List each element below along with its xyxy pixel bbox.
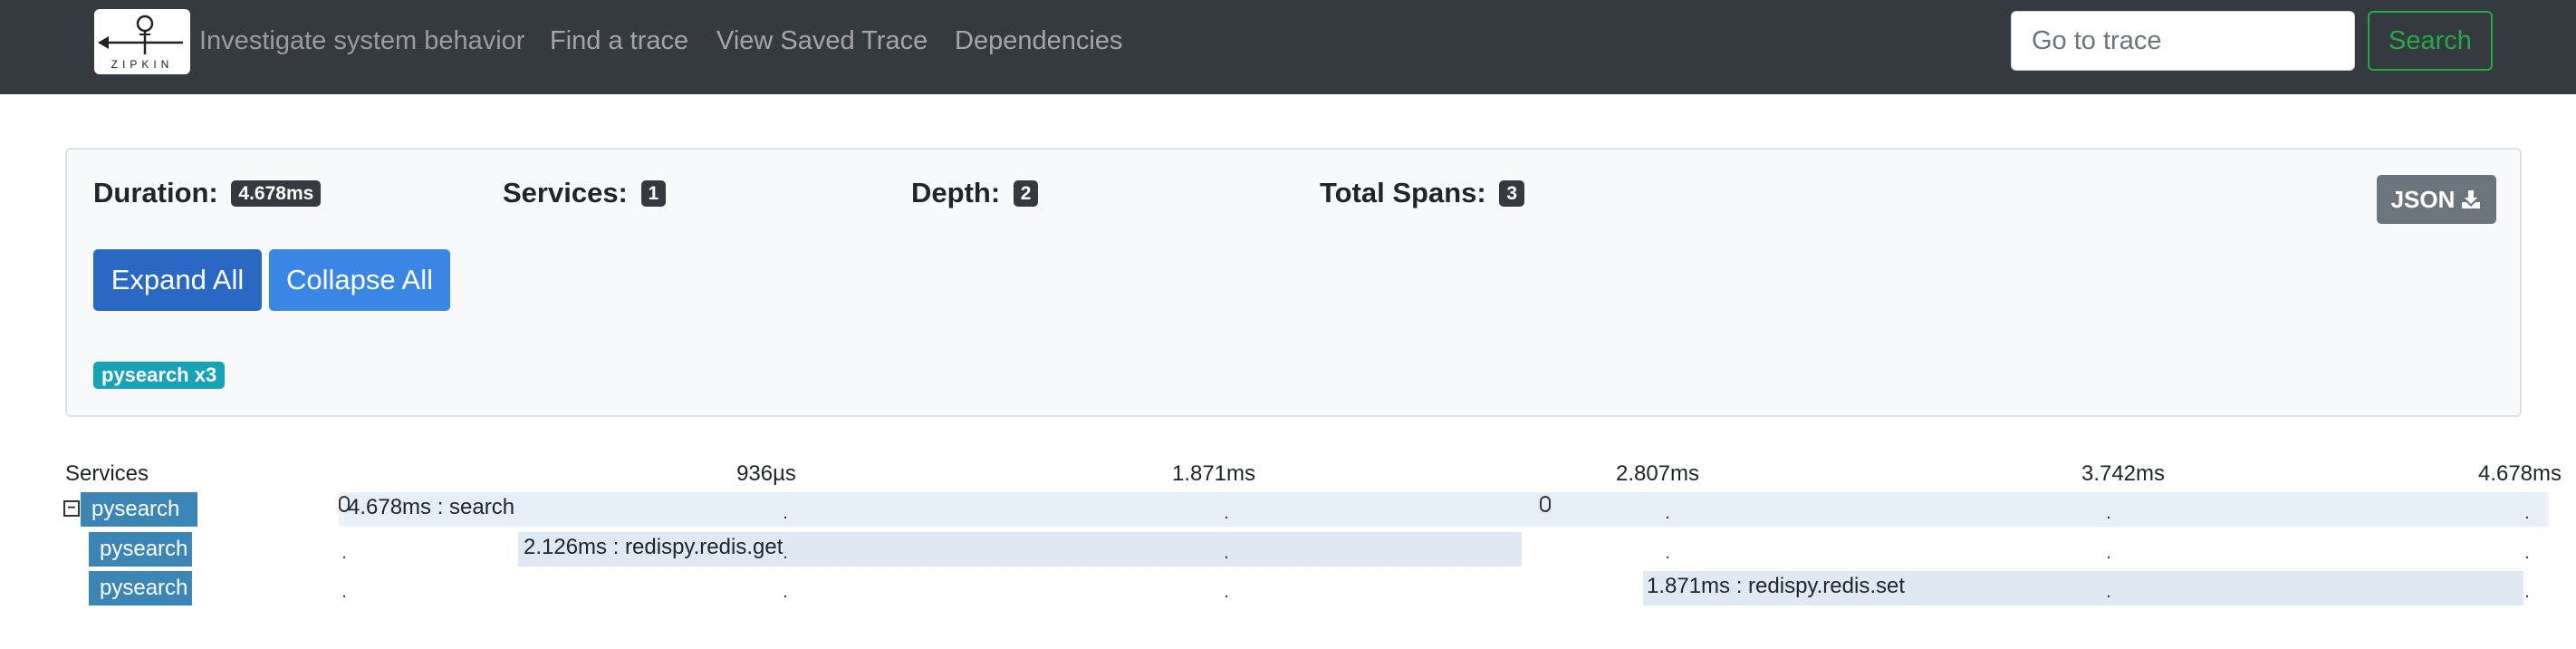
grid-dot: .	[783, 503, 788, 523]
grid-dot: .	[1665, 503, 1670, 523]
depth-badge: 2	[1013, 180, 1039, 207]
download-icon	[2462, 189, 2481, 208]
zipkin-logo-icon	[98, 15, 183, 54]
grid-dot: .	[341, 543, 347, 563]
time-tick-label: 1.871ms	[1171, 461, 1256, 486]
span-service-tag: pysearch	[81, 492, 197, 527]
grid-dot: .	[2524, 503, 2530, 523]
grid-dot: .	[2524, 543, 2530, 563]
tagline: Investigate system behavior	[199, 26, 525, 55]
services-badge: 1	[640, 180, 667, 207]
annotation-marker-icon[interactable]	[1540, 496, 1551, 512]
time-tick-label: 4.678ms	[2477, 461, 2562, 486]
duration-stat: Duration: 4.678ms	[93, 177, 322, 209]
grid-dot: .	[1224, 543, 1229, 563]
span-duration-bar[interactable]	[344, 492, 2545, 527]
nav-view-saved-trace[interactable]: View Saved Trace	[716, 26, 928, 56]
zipkin-logo[interactable]: ZIPKIN	[94, 9, 190, 74]
trace-summary-card: Duration: 4.678ms Services: 1 Depth: 2 T…	[65, 148, 2522, 417]
grid-dot: .	[2106, 503, 2111, 523]
time-tick-label: 2.807ms	[1615, 461, 1700, 486]
span-row-redis-get[interactable]: pysearch . 2.126ms : redispy.redis.get .…	[0, 530, 2576, 568]
span-label: 4.678ms : search	[348, 495, 515, 519]
duration-label: Duration:	[93, 177, 218, 208]
grid-dot: .	[2106, 543, 2111, 563]
grid-dot: .	[341, 582, 347, 602]
collapse-toggle-icon[interactable]: −	[63, 500, 80, 517]
time-tick-label: 3.742ms	[2081, 461, 2166, 486]
services-label: Services:	[503, 177, 628, 208]
grid-dot: .	[2524, 582, 2530, 602]
service-filter-badge[interactable]: pysearch x3	[93, 362, 226, 389]
span-row-redis-set[interactable]: pysearch . . . 1.871ms : redispy.redis.s…	[0, 569, 2576, 607]
grid-dot: .	[1224, 503, 1229, 523]
total-spans-label: Total Spans:	[1320, 177, 1486, 208]
depth-label: Depth:	[911, 177, 1001, 208]
span-label: 2.126ms : redispy.redis.get	[524, 535, 783, 559]
span-service-tag: pysearch	[89, 532, 192, 567]
depth-stat: Depth: 2	[911, 177, 1039, 209]
search-button[interactable]: Search	[2368, 11, 2493, 71]
json-download-button[interactable]: JSON	[2377, 175, 2496, 224]
top-navbar: ZIPKIN Investigate system behavior Find …	[0, 0, 2576, 94]
go-to-trace-input[interactable]	[2011, 11, 2355, 71]
grid-dot: .	[783, 543, 788, 563]
span-label: 1.871ms : redispy.redis.set	[1647, 574, 1906, 598]
brand-text: ZIPKIN	[111, 58, 174, 71]
total-spans-stat: Total Spans: 3	[1320, 177, 1525, 209]
grid-dot: .	[2106, 582, 2111, 602]
collapse-all-button[interactable]: Collapse All	[269, 249, 450, 311]
expand-all-button[interactable]: Expand All	[93, 249, 262, 311]
grid-dot: .	[1224, 582, 1229, 602]
json-button-label: JSON	[2390, 185, 2456, 213]
services-column-header: Services	[65, 461, 149, 486]
grid-dot: .	[1665, 543, 1670, 563]
nav-dependencies[interactable]: Dependencies	[955, 26, 1122, 56]
total-spans-badge: 3	[1499, 180, 1525, 207]
span-service-tag: pysearch	[89, 571, 192, 605]
duration-badge: 4.678ms	[231, 180, 322, 207]
nav-find-a-trace[interactable]: Find a trace	[550, 26, 688, 56]
services-stat: Services: 1	[503, 177, 667, 209]
time-tick-label: 936µs	[736, 461, 796, 486]
grid-dot: .	[783, 582, 788, 602]
span-row-search[interactable]: − pysearch 4.678ms : search . . . . .	[0, 490, 2576, 528]
